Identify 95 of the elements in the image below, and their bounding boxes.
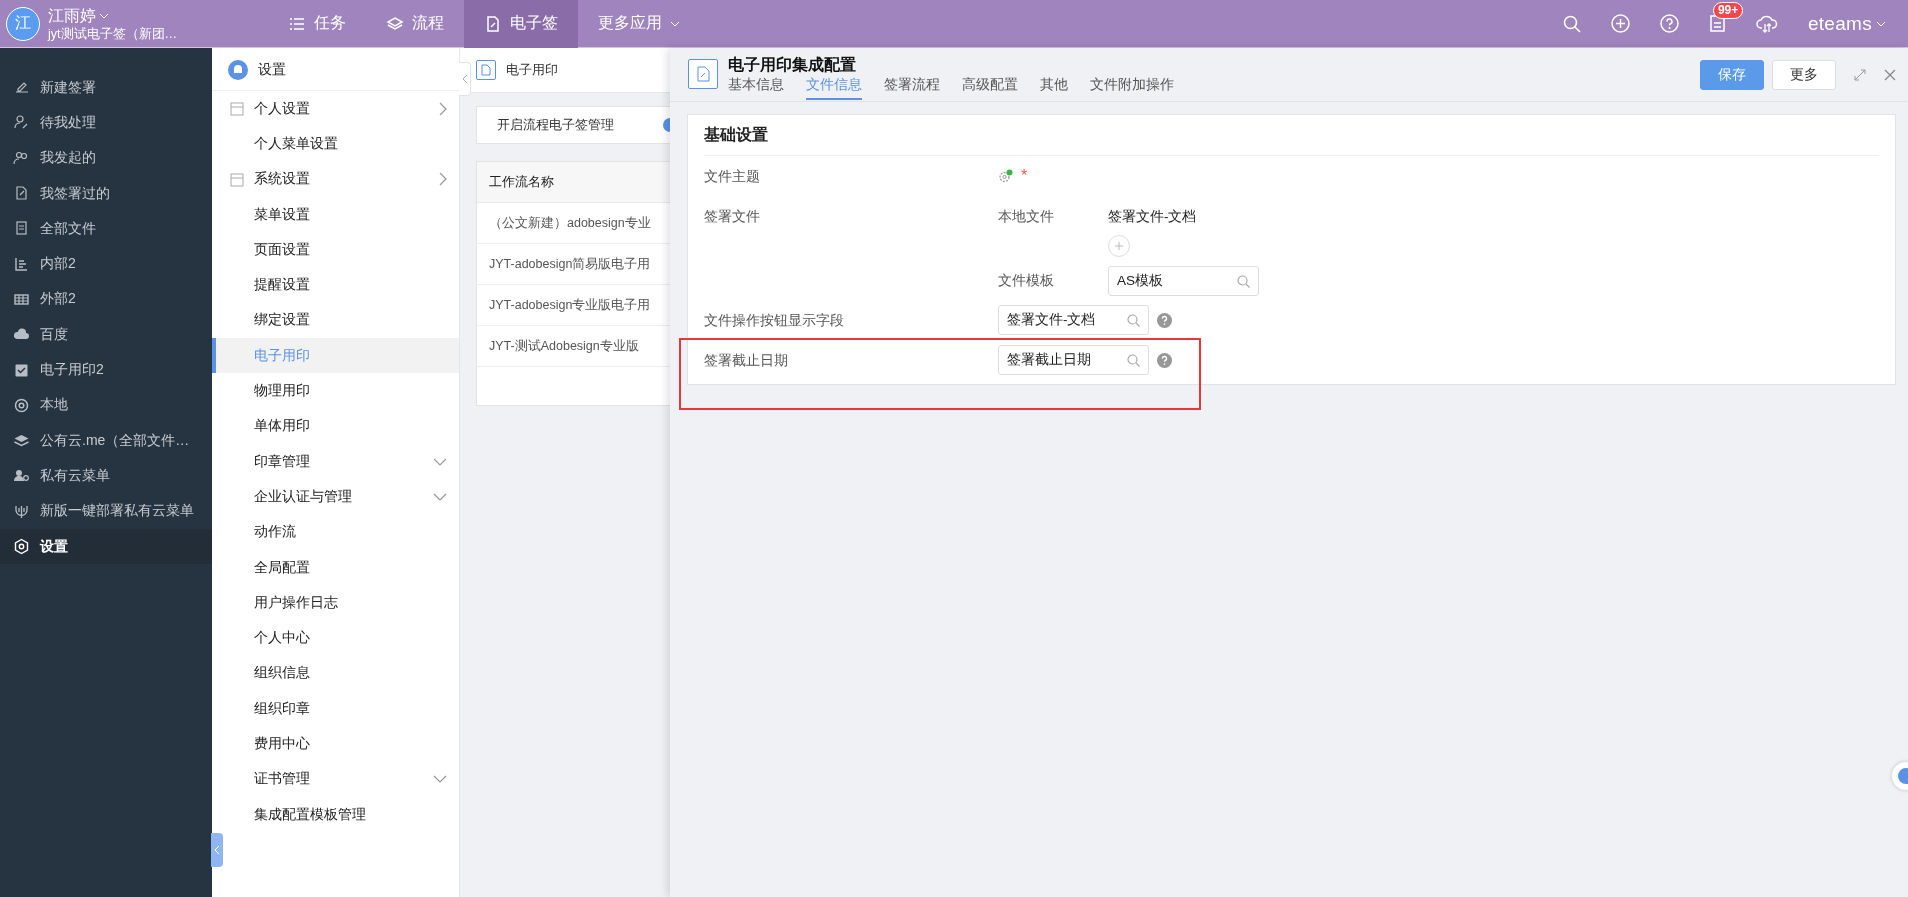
chevron-down-icon [433,492,447,501]
menu-item[interactable]: 页面设置 [212,232,459,268]
menu-item[interactable]: 用户操作日志 [212,585,459,621]
section-title: 基础设置 [704,115,1879,156]
field-label: 签署文件 [704,208,761,226]
expand-icon[interactable] [1854,69,1866,81]
chevron-down-icon [1876,20,1886,27]
chevron-down-icon [670,20,680,27]
layers-icon [386,14,404,33]
sidebar-item[interactable]: 外部2 [0,281,212,318]
sidebar-item[interactable]: 我签署过的 [0,175,212,212]
sidebar-item[interactable]: 新版一键部署私有云菜单 [0,493,212,529]
panel-title: 电子用印 [506,61,558,79]
menu-item[interactable]: 集成配置模板管理 [212,796,459,833]
menu-item[interactable]: 菜单设置 [212,196,459,233]
menu-item[interactable]: 证书管理 [212,761,459,797]
field-label: 本地文件 [998,208,1055,226]
ring-icon [13,396,30,414]
help-icon[interactable] [1659,14,1679,33]
close-icon[interactable] [1884,69,1896,81]
required-mark: * [1021,167,1028,185]
select-field[interactable]: 签署文件-文档 [998,305,1149,335]
tab[interactable]: 基本信息 [728,76,784,100]
search-icon[interactable] [1562,14,1581,33]
menu-item[interactable]: 印章管理 [212,443,459,480]
document-icon [13,220,30,238]
sidebar-item[interactable]: 内部2 [0,246,212,282]
menu-item[interactable]: 绑定设置 [212,302,459,339]
tab[interactable]: 签署流程 [884,76,940,100]
gear-icon[interactable] [998,168,1013,184]
menu-item[interactable]: 组织信息 [212,655,459,692]
document-icon [484,14,502,33]
document-icon [476,60,496,80]
drawer-title: 电子用印集成配置 [728,56,857,74]
document-icon [13,185,30,203]
users-icon [13,149,30,167]
menu-item[interactable]: 组织印章 [212,691,459,727]
section-icon [230,172,244,187]
menu-item[interactable]: 系统设置 [212,161,459,197]
menu-item[interactable]: 个人中心 [212,620,459,656]
menu-item[interactable]: 提醒设置 [212,267,459,303]
chevron-down-icon [99,12,109,19]
search-icon [1127,353,1140,367]
menu-item[interactable]: 全局配置 [212,549,459,586]
chevron-down-icon [433,775,447,784]
tab[interactable]: 文件附加操作 [1090,76,1174,100]
tab[interactable]: 其他 [1040,76,1068,100]
more-button[interactable]: 更多 [1772,60,1836,90]
tab[interactable]: 高级配置 [962,76,1018,100]
sidebar-item[interactable]: 公有云.me（全部文件… [0,422,212,459]
select-field[interactable]: AS模板 [1108,266,1259,296]
field-label: 文件操作按钮显示字段 [704,312,845,330]
cloud-sync-icon[interactable] [1755,14,1778,33]
setting-label: 开启流程电子签管理 [497,116,614,134]
chevron-down-icon [433,457,447,466]
select-field[interactable]: 签署截止日期 [998,345,1149,375]
sidebar-item[interactable]: 本地 [0,387,212,423]
menu-item[interactable]: 个人设置 [212,91,459,127]
field-value: 签署文件-文档 [1108,208,1198,226]
plus-icon [1114,241,1124,251]
bar-chart-icon [13,255,30,273]
sidebar-item[interactable]: 设置 [0,528,212,565]
help-icon[interactable] [1157,312,1172,328]
menu-title: 设置 [258,61,286,79]
sidebar-item[interactable]: 待我处理 [0,105,212,141]
search-icon [1237,274,1250,288]
field-label: 文件主题 [704,168,761,186]
menu-item[interactable]: 物理用印 [212,373,459,409]
add-icon[interactable] [1610,14,1630,33]
field-label: 文件模板 [998,272,1055,290]
nav-tab[interactable]: 电子签 [464,0,578,48]
help-icon[interactable] [1157,352,1172,368]
document-icon[interactable] [1708,14,1726,33]
search-icon [1127,313,1140,327]
section-icon [230,102,244,116]
sidebar-item[interactable]: 全部文件 [0,211,212,247]
sidebar-item[interactable]: 我发起的 [0,140,212,176]
menu-item[interactable]: 动作流 [212,514,459,550]
menu-item[interactable]: 个人菜单设置 [212,126,459,162]
sidebar-item[interactable]: 百度 [0,317,212,353]
chevron-right-icon [439,101,447,116]
notification-badge: 99+ [1712,2,1744,19]
menu-item[interactable]: 单体用印 [212,408,459,444]
sidebar-item[interactable]: 私有云菜单 [0,458,212,494]
document-icon [688,59,718,89]
chevron-right-icon [439,172,447,187]
menu-item[interactable]: 费用中心 [212,726,459,762]
collapse-handle[interactable] [459,62,471,96]
organization-name: jyt测试电子签（新团… [48,25,178,42]
sidebar-item[interactable]: 电子用印2 [0,352,212,388]
column-header: 工作流名称 [477,162,670,203]
sidebar-item[interactable]: 新建签署 [0,70,212,106]
menu-item[interactable]: 企业认证与管理 [212,479,459,515]
collapse-handle[interactable] [211,833,223,867]
field-label: 签署截止日期 [704,352,789,370]
